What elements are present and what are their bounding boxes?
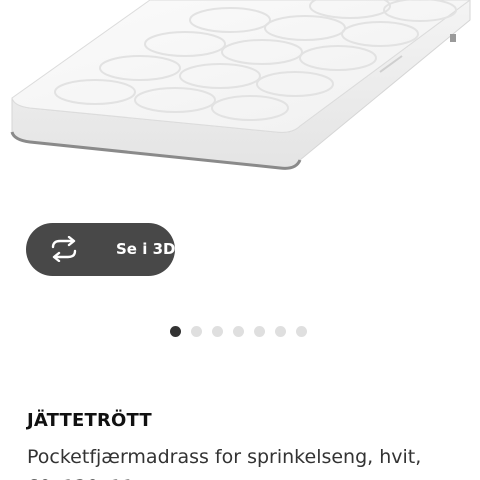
view-in-3d-label: Se i 3D — [116, 240, 176, 258]
mattress-image[interactable] — [0, 0, 480, 200]
carousel-dot-5[interactable] — [254, 326, 265, 337]
product-description: Pocketfjærmadrass for sprinkelseng, hvit… — [27, 446, 422, 480]
carousel-dot-2[interactable] — [191, 326, 202, 337]
product-name: JÄTTETRÖTT — [27, 410, 152, 431]
image-carousel-dots — [170, 326, 307, 338]
carousel-dot-1[interactable] — [170, 326, 181, 337]
carousel-dot-4[interactable] — [233, 326, 244, 337]
rotate-3d-icon — [51, 236, 77, 262]
view-in-3d-button[interactable]: Se i 3D — [26, 223, 175, 276]
product-page: Se i 3D JÄTTETRÖTT Pocketfjærmadrass for… — [0, 0, 480, 480]
carousel-dot-6[interactable] — [275, 326, 286, 337]
carousel-dot-7[interactable] — [296, 326, 307, 337]
carousel-dot-3[interactable] — [212, 326, 223, 337]
